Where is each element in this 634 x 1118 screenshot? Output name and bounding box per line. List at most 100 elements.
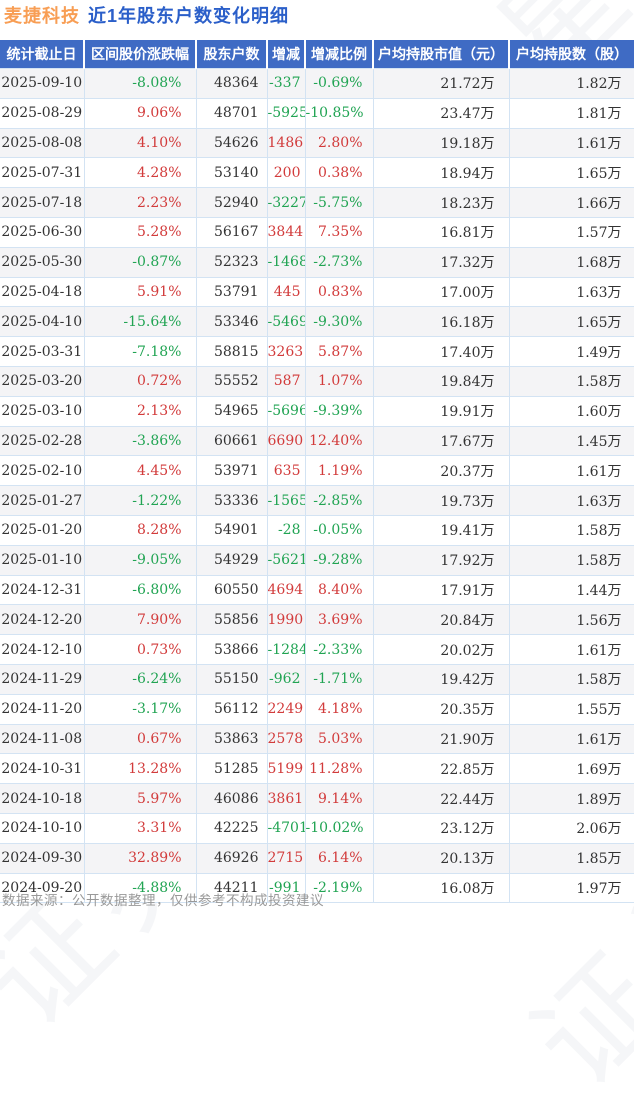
table-cell: 51285 xyxy=(195,753,268,785)
table-cell: 17.00万 xyxy=(372,276,510,308)
table-cell: 20.84万 xyxy=(372,604,510,636)
table-row: 2025-08-08 4.10% 54626 1486 2.80% 19.18万 1.61万 xyxy=(0,127,634,159)
table-cell: 55150 xyxy=(195,663,268,695)
data-source-note: 数据来源：公开数据整理，仅供参考不构成投资建议 xyxy=(2,893,324,908)
table-row: 2025-01-20 8.28% 54901 -28 -0.05% 19.41万 1.58万 xyxy=(0,514,634,546)
table-cell: -3.17% xyxy=(83,693,197,725)
table-cell: 1.56万 xyxy=(508,604,634,636)
table-cell: 56112 xyxy=(195,693,268,725)
table-cell: 1.63万 xyxy=(508,485,634,516)
table-cell: -2.33% xyxy=(304,634,374,665)
table-cell: 53791 xyxy=(195,276,268,308)
table-cell: -0.05% xyxy=(304,514,374,546)
table-cell: 3844 xyxy=(266,216,306,248)
table-cell: 1.82万 xyxy=(508,68,634,99)
table-cell: 635 xyxy=(266,455,306,487)
table-cell: 2025-06-30 xyxy=(0,216,85,248)
table-cell: 16.18万 xyxy=(372,306,510,338)
table-cell: 2025-01-10 xyxy=(0,544,85,576)
table-cell: 54929 xyxy=(195,544,268,576)
table-row: 2025-06-30 5.28% 56167 3844 7.35% 16.81万 1.57万 xyxy=(0,216,634,248)
table-row: 2024-12-20 7.90% 55856 1990 3.69% 20.84万 1.56万 xyxy=(0,604,634,636)
table-cell: 9.14% xyxy=(304,783,374,814)
table-cell: 23.12万 xyxy=(372,812,510,844)
table-cell: 5.28% xyxy=(83,216,197,248)
table-cell: 3861 xyxy=(266,783,306,814)
table-cell: 2024-10-18 xyxy=(0,783,85,814)
table-cell: 2024-12-10 xyxy=(0,634,85,665)
table-cell: 5.87% xyxy=(304,336,374,367)
table-cell: 20.02万 xyxy=(372,634,510,665)
table-row: 2024-11-20 -3.17% 56112 2249 4.18% 20.35万 1.55… xyxy=(0,693,634,725)
col-header-date: 统计截止日 xyxy=(0,40,84,69)
table-cell: 2024-12-31 xyxy=(0,574,85,606)
table-cell: 1.58万 xyxy=(508,663,634,695)
table-row: 2025-09-10 -8.08% 48364 -337 -0.69% 21.72万 1.8… xyxy=(0,68,634,99)
table-cell: 6.14% xyxy=(304,842,374,874)
table-cell: 1.65万 xyxy=(508,157,634,189)
table-cell: -3227 xyxy=(266,187,306,218)
table-cell: 2025-01-20 xyxy=(0,514,85,546)
table-header-row: 统计截止日 区间股价涨跌幅 股东户数 增减 增减比例 户均持股市值（元） 户均持… xyxy=(0,40,634,69)
table-cell: -15.64% xyxy=(83,306,197,338)
table-cell: 1.44万 xyxy=(508,574,634,606)
table-cell: 19.42万 xyxy=(372,663,510,695)
table-cell: -1565 xyxy=(266,485,306,516)
shareholder-table: 统计截止日 区间股价涨跌幅 股东户数 增减 增减比例 户均持股市值（元） 户均持… xyxy=(0,40,634,904)
table-cell: -2.73% xyxy=(304,246,374,278)
table-cell: 2025-03-20 xyxy=(0,365,85,397)
table-row: 2025-03-31 -7.18% 58815 3263 5.87% 17.40万 1.49… xyxy=(0,336,634,367)
table-row: 2025-04-10 -15.64% 53346 -5469 -9.30% 16.18万 1… xyxy=(0,306,634,338)
table-header: 统计截止日 区间股价涨跌幅 股东户数 增减 增减比例 户均持股市值（元） 户均持… xyxy=(0,40,634,69)
col-header-price-change: 区间股价涨跌幅 xyxy=(83,40,196,69)
table-cell: 1.63万 xyxy=(508,276,634,308)
table-cell: -1.22% xyxy=(83,485,197,516)
table-row: 2025-04-18 5.91% 53791 445 0.83% 17.00万 1.63万 xyxy=(0,276,634,308)
table-cell: 2.80% xyxy=(304,127,374,159)
table-cell: 2025-01-27 xyxy=(0,485,85,516)
table-cell: 17.91万 xyxy=(372,574,510,606)
table-cell: 1.61万 xyxy=(508,634,634,665)
table-cell: 22.44万 xyxy=(372,783,510,814)
table-cell: -1.71% xyxy=(304,663,374,695)
table-cell: -10.85% xyxy=(304,97,374,129)
table-cell: -1468 xyxy=(266,246,306,278)
table-cell: 2025-04-18 xyxy=(0,276,85,308)
table-cell: 19.18万 xyxy=(372,127,510,159)
table-cell: -5696 xyxy=(266,395,306,427)
table-cell: 53866 xyxy=(195,634,268,665)
table-cell: -0.69% xyxy=(304,68,374,99)
table-cell: 2025-03-10 xyxy=(0,395,85,427)
table-cell: 58815 xyxy=(195,336,268,367)
table-row: 2024-10-18 5.97% 46086 3861 9.14% 22.44万 1.89万 xyxy=(0,783,634,814)
table-cell: 17.67万 xyxy=(372,425,510,457)
col-header-delta: 增减 xyxy=(266,40,305,69)
table-cell: 2025-02-10 xyxy=(0,455,85,487)
page-title: 麦捷科技 近1年股东户数变化明细 xyxy=(4,2,289,28)
table-cell: 54965 xyxy=(195,395,268,427)
table-cell: 12.40% xyxy=(304,425,374,457)
table-cell: 2025-07-18 xyxy=(0,187,85,218)
table-cell: 20.13万 xyxy=(372,842,510,874)
table-cell: 3263 xyxy=(266,336,306,367)
table-cell: 52323 xyxy=(195,246,268,278)
table-cell: 53863 xyxy=(195,723,268,755)
table-cell: 18.94万 xyxy=(372,157,510,189)
table-cell: 0.73% xyxy=(83,634,197,665)
table-cell: 1.81万 xyxy=(508,97,634,129)
table-cell: 2025-08-08 xyxy=(0,127,85,159)
table-cell: -10.02% xyxy=(304,812,374,844)
table-cell: 1.07% xyxy=(304,365,374,397)
table-cell: 13.28% xyxy=(83,753,197,785)
table-cell: 22.85万 xyxy=(372,753,510,785)
table-cell: 1.68万 xyxy=(508,246,634,278)
table-cell: -2.85% xyxy=(304,485,374,516)
table-cell: 17.92万 xyxy=(372,544,510,576)
table-cell: 2025-09-10 xyxy=(0,68,85,99)
table-cell: 19.41万 xyxy=(372,514,510,546)
table-cell: 56167 xyxy=(195,216,268,248)
table-cell: 3.31% xyxy=(83,812,197,844)
table-cell: 1.58万 xyxy=(508,365,634,397)
table-cell: 2.23% xyxy=(83,187,197,218)
table-cell: 17.40万 xyxy=(372,336,510,367)
